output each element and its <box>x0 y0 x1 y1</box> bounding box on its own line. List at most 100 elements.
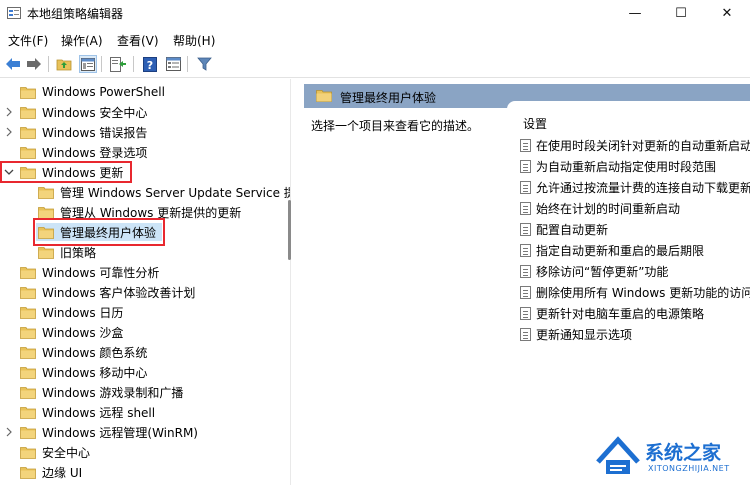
folder-icon <box>20 146 36 159</box>
policy-item-label: 允许通过按流量计费的连接自动下载更新 <box>536 180 750 195</box>
tree-item-label: Windows 游戏录制和广播 <box>42 385 184 400</box>
folder-icon <box>38 186 54 199</box>
tree-item[interactable]: Windows 远程 shell <box>20 402 155 422</box>
tree-item[interactable]: Windows 颜色系统 <box>20 342 147 362</box>
up-folder-icon[interactable] <box>55 55 73 73</box>
tree-item[interactable]: Windows 移动中心 <box>20 362 147 382</box>
policy-item-label: 移除访问“暂停更新”功能 <box>536 264 669 279</box>
tree-item-label: Windows 日历 <box>42 305 124 320</box>
tree-item[interactable]: Windows PowerShell <box>20 82 165 102</box>
policy-item-label: 配置自动更新 <box>536 222 609 237</box>
menu-action[interactable]: 操作(A) <box>61 32 103 49</box>
watermark-logo-icon <box>596 436 640 474</box>
folder-icon <box>20 366 36 379</box>
menu-view[interactable]: 查看(V) <box>117 32 159 49</box>
watermark-text: 系统之家 <box>645 442 722 464</box>
details-pane: 管理最终用户体验 选择一个项目来查看它的描述。 设置 在使用时段关闭针对更新的自… <box>304 79 750 485</box>
policy-setting-icon <box>520 180 531 194</box>
tree-item[interactable]: Windows 客户体验改善计划 <box>20 282 195 302</box>
folder-icon <box>20 466 36 479</box>
tree-item-label: 安全中心 <box>42 445 91 460</box>
policy-setting-icon <box>520 306 531 320</box>
toolbar: ? <box>0 50 750 78</box>
policy-setting-icon <box>520 159 531 173</box>
tree-item-label: Windows 可靠性分析 <box>42 265 160 280</box>
menu-help[interactable]: 帮助(H) <box>173 32 215 49</box>
menu-file[interactable]: 文件(F) <box>8 32 48 49</box>
tree-item-label: Windows 错误报告 <box>42 125 148 140</box>
folder-icon <box>38 246 54 259</box>
details-header-title: 管理最终用户体验 <box>340 91 437 105</box>
tree-item[interactable]: Windows 日历 <box>20 302 123 322</box>
svg-text:?: ? <box>147 59 153 72</box>
policy-item[interactable]: 始终在计划的时间重新启动 <box>520 198 680 218</box>
policy-item[interactable]: 在使用时段关闭针对更新的自动重新启动 <box>520 135 750 155</box>
show-hide-tree-icon[interactable] <box>79 55 97 73</box>
properties-view-icon[interactable] <box>164 55 182 73</box>
tree-item[interactable]: Windows 远程管理(WinRM) <box>20 422 198 442</box>
chevron-right-icon[interactable] <box>3 126 15 138</box>
watermark-subtext: XITONGZHIJIA.NET <box>648 464 730 473</box>
folder-icon <box>20 306 36 319</box>
tree-item[interactable]: Windows 登录选项 <box>20 142 147 162</box>
back-arrow-icon[interactable] <box>4 55 22 73</box>
policy-item[interactable]: 允许通过按流量计费的连接自动下载更新 <box>520 177 750 197</box>
filter-icon[interactable] <box>195 55 213 73</box>
maximize-button[interactable]: ☐ <box>658 0 704 27</box>
help-icon[interactable]: ? <box>141 55 159 73</box>
title-bar: 本地组策略编辑器 — ☐ ✕ <box>0 0 750 27</box>
tree-item-label: 边缘 UI <box>42 465 83 480</box>
tree-item[interactable]: Windows 错误报告 <box>20 122 147 142</box>
folder-icon <box>20 126 36 139</box>
tree-item[interactable]: 安全中心 <box>20 442 90 462</box>
export-list-icon[interactable] <box>109 55 127 73</box>
policy-item-label: 指定自动更新和重启的最后期限 <box>536 243 705 258</box>
description-text: 选择一个项目来查看它的描述。 <box>311 119 480 133</box>
tree-item[interactable]: Windows 安全中心 <box>20 102 147 122</box>
folder-icon <box>20 426 36 439</box>
pane-splitter[interactable] <box>290 79 304 485</box>
policy-item[interactable]: 更新针对电脑车重启的电源策略 <box>520 303 704 323</box>
policy-item[interactable]: 指定自动更新和重启的最后期限 <box>520 240 704 260</box>
minimize-button[interactable]: — <box>612 0 658 27</box>
tree-item-label: Windows 移动中心 <box>42 365 148 380</box>
tree-pane: Windows PowerShell Windows 安全中心 Windows 错误… <box>0 79 290 485</box>
menu-bar: 文件(F) 操作(A) 查看(V) 帮助(H) <box>0 27 750 50</box>
policy-setting-icon <box>520 243 531 257</box>
tree-item[interactable]: Windows 沙盒 <box>20 322 123 342</box>
chevron-right-icon[interactable] <box>3 426 15 438</box>
policy-item[interactable]: 配置自动更新 <box>520 219 608 239</box>
policy-item[interactable]: 删除使用所有 Windows 更新功能的访问 <box>520 282 750 302</box>
watermark: 系统之家 XITONGZHIJIA.NET <box>590 432 750 485</box>
tree-item[interactable]: Windows 可靠性分析 <box>20 262 159 282</box>
policy-item-label: 为自动重新启动指定使用时段范围 <box>536 159 717 174</box>
folder-icon <box>38 206 54 219</box>
tree-item-label: Windows 安全中心 <box>42 105 148 120</box>
tree-item[interactable]: 边缘 UI <box>20 462 82 482</box>
tree-item-label: Windows 沙盒 <box>42 325 124 340</box>
tree-item[interactable]: 管理 Windows Server Update Service 提 <box>38 182 290 202</box>
tree-item[interactable]: Windows 游戏录制和广播 <box>20 382 183 402</box>
settings-column-header[interactable]: 设置 <box>523 115 547 132</box>
policy-setting-icon <box>520 264 531 278</box>
policy-item-label: 删除使用所有 Windows 更新功能的访问 <box>536 285 750 300</box>
folder-icon <box>20 406 36 419</box>
tree-item-label: Windows 远程 shell <box>42 405 156 420</box>
policy-setting-icon <box>520 327 531 341</box>
tree-item-label: Windows PowerShell <box>42 85 165 99</box>
folder-icon <box>20 86 36 99</box>
close-button[interactable]: ✕ <box>704 0 750 27</box>
policy-item[interactable]: 为自动重新启动指定使用时段范围 <box>520 156 716 176</box>
policy-setting-icon <box>520 201 531 215</box>
forward-arrow-icon[interactable] <box>25 55 43 73</box>
chevron-right-icon[interactable] <box>3 106 15 118</box>
policy-item[interactable]: 移除访问“暂停更新”功能 <box>520 261 668 281</box>
annotation-highlight-end-user-experience <box>33 218 165 246</box>
settings-list: 设置 在使用时段关闭针对更新的自动重新启动为自动重新启动指定使用时段范围允许通过… <box>507 101 750 485</box>
tree-scrollbar-thumb[interactable] <box>288 200 291 260</box>
policy-item-label: 更新通知显示选项 <box>536 327 633 342</box>
policy-item[interactable]: 更新通知显示选项 <box>520 324 632 344</box>
group-policy-app-icon <box>7 7 21 19</box>
folder-icon <box>20 266 36 279</box>
policy-setting-icon <box>520 222 531 236</box>
